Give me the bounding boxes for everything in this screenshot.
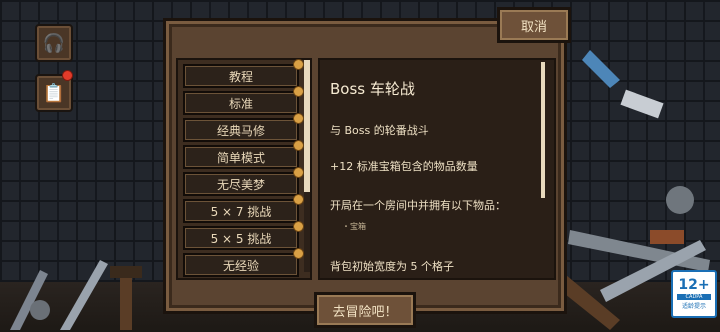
mode-list-scroll-thumb[interactable] xyxy=(304,60,310,192)
mode-knob xyxy=(293,248,304,259)
mode-desc-line: 与 Boss 的轮番战斗 xyxy=(330,124,429,137)
mode-easy[interactable]: 简单模式 xyxy=(183,145,299,169)
notice-board-icon: 📋 xyxy=(42,82,66,104)
age-rating-tip: 适龄提示 xyxy=(681,303,706,310)
mode-title: Boss 车轮战 xyxy=(330,80,415,98)
mode-standard[interactable]: 标准 xyxy=(183,91,299,115)
mode-knob xyxy=(293,59,304,70)
start-adventure-button[interactable]: 去冒险吧！ xyxy=(314,292,416,328)
notification-dot xyxy=(62,70,73,81)
mode-knob xyxy=(293,221,304,232)
mode-desc-line: +12 标准宝箱包含的物品数量 xyxy=(330,160,478,173)
mode-challenge-5x7[interactable]: 5 × 7 挑战 xyxy=(183,199,299,223)
mode-knob xyxy=(293,194,304,205)
mode-knob xyxy=(293,86,304,97)
weapon-debris-left xyxy=(10,260,142,330)
mode-knob xyxy=(293,113,304,124)
mode-classic[interactable]: 经典马修 xyxy=(183,118,299,142)
mode-description: Boss 车轮战 与 Boss 的轮番战斗 +12 标准宝箱包含的物品数量 开局… xyxy=(318,58,556,280)
headset-icon: 🎧 xyxy=(42,32,66,54)
mode-tutorial[interactable]: 教程 xyxy=(183,64,299,88)
mode-desc-line: 开局在一个房间中并拥有以下物品： xyxy=(330,199,506,212)
mode-desc-item: ・宝箱 xyxy=(342,222,366,231)
mode-desc-line: 背包初始宽度为 5 个格子 xyxy=(330,260,454,273)
mode-knob xyxy=(293,140,304,151)
age-rating-org: CADPA xyxy=(677,294,711,300)
age-rating-number: 12+ xyxy=(678,277,710,293)
description-scrollbar[interactable] xyxy=(541,62,545,198)
mode-challenge-5x5[interactable]: 5 × 5 挑战 xyxy=(183,226,299,250)
mode-knob xyxy=(293,167,304,178)
support-headset-button[interactable]: 🎧 xyxy=(35,24,73,62)
age-rating-badge: 12+ CADPA 适龄提示 xyxy=(671,270,717,318)
mode-endless[interactable]: 无尽美梦 xyxy=(183,172,299,196)
mode-no-exp[interactable]: 无经验 xyxy=(183,253,299,277)
cancel-button[interactable]: 取消 xyxy=(497,7,571,43)
